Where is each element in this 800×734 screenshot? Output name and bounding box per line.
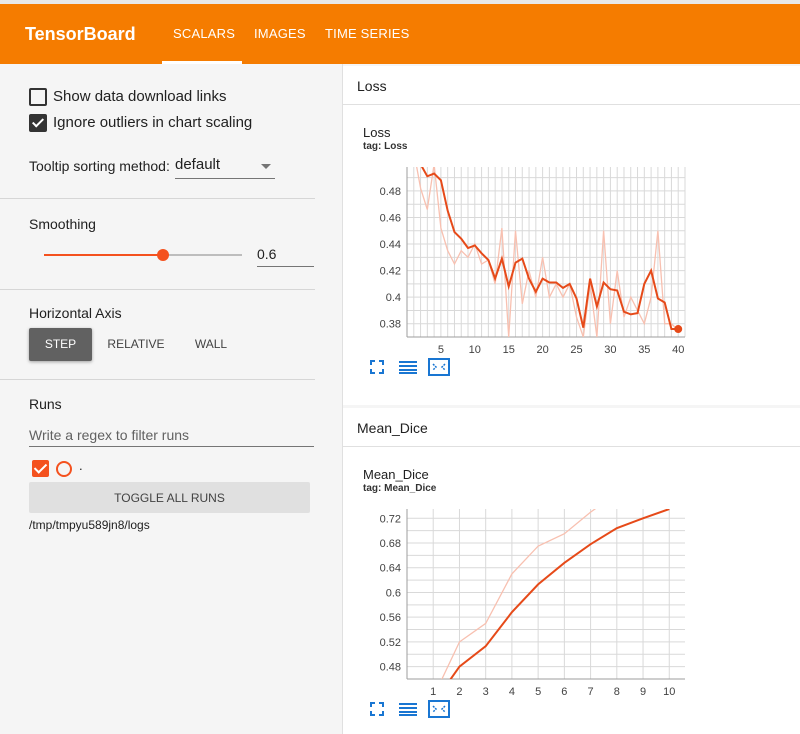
x-tick-label: 35 [638,344,650,356]
show-download-links-checkbox[interactable] [29,88,47,106]
chart-tag: tag: Mean_Dice [363,483,437,494]
main-content: Loss Loss tag: Loss 0.38 0.4 0.42 0.44 0.46 0… [343,64,800,734]
y-tick-label: 0.42 [380,266,401,278]
tooltip-sorting-label: Tooltip sorting method: [29,158,170,174]
tab-images[interactable]: IMAGES [254,26,306,41]
run-filter-input[interactable]: Write a regex to filter runs [29,424,314,447]
y-tick-label: 0.64 [380,563,401,575]
x-tick-label: 7 [588,686,594,698]
smoothing-value-input[interactable]: 0.6 [257,244,314,267]
section-divider [0,198,315,199]
y-tick-label: 0.72 [380,513,401,525]
slider-fill [44,254,163,256]
chart-card-mean-dice: Mean_Dice tag: Mean_Dice 0.48 0.52 0.56 0.6… [343,447,800,734]
x-tick-label: 20 [536,344,548,356]
chart-loss[interactable]: 0.38 0.4 0.42 0.44 0.46 0.48 5 10 15 20 25 30 35 40 [363,157,703,367]
x-tick-label: 15 [503,344,515,356]
show-download-links-label: Show data download links [53,88,227,105]
run-filter-placeholder: Write a regex to filter runs [29,427,190,443]
run-color-swatch[interactable] [56,461,72,477]
series-smoothed-line [420,167,679,330]
x-tick-label: 2 [456,686,462,698]
sidebar: Show data download links Ignore outliers… [0,64,342,734]
card-header-title: Loss [357,78,387,94]
section-divider [0,289,315,290]
x-tick-label: 30 [604,344,616,356]
y-tick-label: 0.38 [380,319,401,331]
y-tick-label: 0.46 [380,212,401,224]
data-table-icon[interactable] [399,702,417,721]
card-header-mean-dice[interactable]: Mean_Dice [343,408,800,447]
axis-wall-button[interactable]: WALL [182,328,240,361]
chart-tag: tag: Loss [363,141,408,152]
x-tick-label: 25 [570,344,582,356]
card-header-loss[interactable]: Loss [343,66,800,105]
tooltip-sorting-value: default [175,156,221,173]
toggle-all-runs-button[interactable]: TOGGLE ALL RUNS [29,482,310,513]
app-header: TensorBoard SCALARS IMAGES TIME SERIES [0,4,800,64]
data-table-icon[interactable] [399,360,417,379]
fit-domain-icon[interactable] [428,358,450,381]
chart-title: Loss [363,125,391,140]
y-tick-label: 0.48 [380,662,401,674]
section-divider [0,379,315,380]
app-title: TensorBoard [25,24,136,44]
x-tick-label: 6 [561,686,567,698]
tab-scalars[interactable]: SCALARS [173,26,235,41]
fullscreen-icon[interactable] [370,702,384,721]
run-name: . [79,458,83,473]
axis-relative-button[interactable]: RELATIVE [100,328,172,361]
x-tick-label: 1 [430,686,436,698]
x-tick-label: 5 [438,344,444,356]
tab-time-series[interactable]: TIME SERIES [325,26,410,41]
y-tick-label: 0.56 [380,612,401,624]
smoothing-value: 0.6 [257,246,277,262]
x-tick-label: 10 [469,344,481,356]
x-tick-label: 4 [509,686,515,698]
ignore-outliers-label: Ignore outliers in chart scaling [53,114,253,131]
smoothing-label: Smoothing [29,216,96,232]
x-tick-label: 10 [663,686,675,698]
fullscreen-icon[interactable] [370,360,384,379]
series-end-point [674,325,683,334]
y-tick-label: 0.44 [380,239,401,251]
fit-domain-icon[interactable] [428,700,450,723]
axis-step-button[interactable]: STEP [29,328,92,361]
check-icon [33,460,48,474]
y-tick-label: 0.52 [380,637,401,649]
card-header-title: Mean_Dice [357,420,428,436]
x-tick-label: 40 [672,344,684,356]
chart-title: Mean_Dice [363,467,429,482]
y-tick-label: 0.68 [380,538,401,550]
slider-thumb[interactable] [156,249,169,261]
series-smoothed-line [449,509,670,679]
y-tick-label: 0.6 [386,587,401,599]
runs-label: Runs [29,396,62,412]
chart-mean-dice[interactable]: 0.48 0.52 0.56 0.6 0.64 0.68 0.72 1 2 3 4 5 6 7 8 9 10 [363,499,703,709]
x-tick-label: 8 [614,686,620,698]
ignore-outliers-checkbox[interactable] [29,114,47,132]
smoothing-slider[interactable] [44,248,242,262]
y-tick-label: 0.4 [386,292,401,304]
y-tick-label: 0.48 [380,186,401,198]
logdir-path: /tmp/tmpyu589jn8/logs [29,518,150,532]
chart-card-loss: Loss tag: Loss 0.38 0.4 0.42 0.44 0.46 0.48 5 1… [343,105,800,405]
toggle-all-runs-label: TOGGLE ALL RUNS [114,491,225,505]
dropdown-arrow-icon [261,164,271,169]
run-checkbox[interactable] [32,460,49,477]
x-tick-label: 5 [535,686,541,698]
tooltip-sorting-select[interactable]: default [175,154,275,179]
x-tick-label: 3 [483,686,489,698]
series-raw-line [441,509,597,679]
x-tick-label: 9 [640,686,646,698]
horizontal-axis-label: Horizontal Axis [29,305,122,321]
